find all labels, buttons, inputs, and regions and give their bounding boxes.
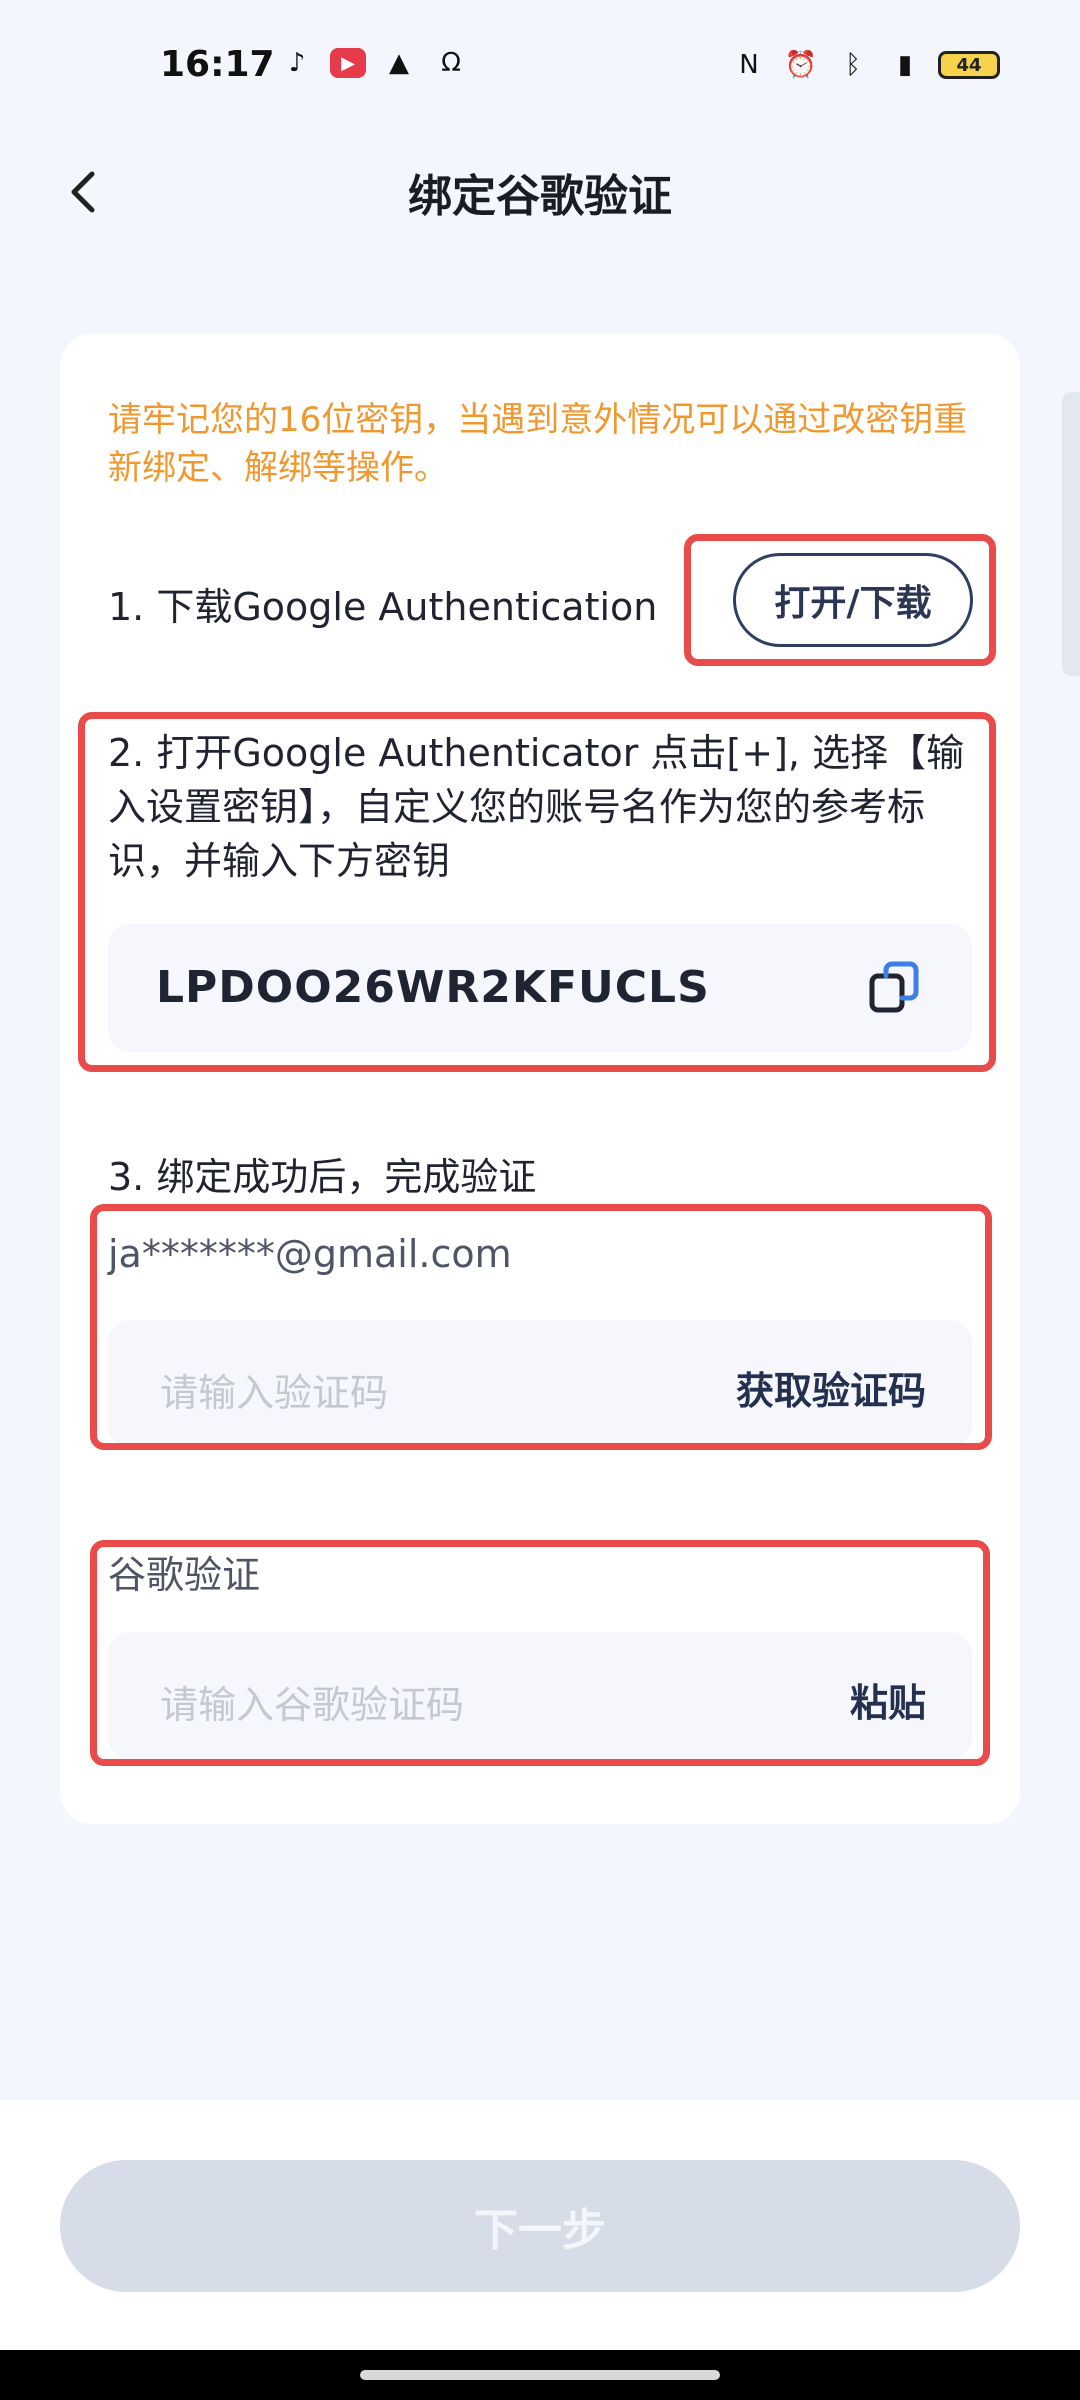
search-app-icon: Ω [441,48,461,78]
adidas-icon: ▲ [389,48,409,78]
home-indicator[interactable] [360,2370,720,2380]
secret-key-box: LPDOO26WR2KFUCLS [108,924,972,1052]
tiktok-like-icon: ♪ [288,48,306,78]
email-label: ja*******@gmail.com [108,1232,512,1276]
status-icons-right: N ⏰ ᛒ ▮ 44 [730,48,1000,82]
google-auth-label: 谷歌验证 [108,1553,261,1597]
step1-label: 1. 下载Google Authentication [108,585,658,629]
copy-icon[interactable] [868,960,922,1016]
video-app-icon: ▶ [330,48,366,78]
status-time: 16:17 [160,44,275,85]
email-code-placeholder: 请输入验证码 [160,1371,389,1415]
system-nav-bar [0,2350,1080,2400]
status-bar: 16:17 ♪ ▶ ▲ Ω N ⏰ ᛒ ▮ 44 [0,0,1080,140]
nfc-icon: N [739,50,759,80]
google-code-field[interactable]: 请输入谷歌验证码 粘贴 [108,1632,972,1760]
paste-button[interactable]: 粘贴 [850,1672,926,1727]
open-download-button[interactable]: 打开/下载 [733,553,973,647]
page-title: 绑定谷歌验证 [408,171,672,222]
secret-key: LPDOO26WR2KFUCLS [156,962,710,1013]
email-code-field[interactable]: 请输入验证码 获取验证码 [108,1320,972,1448]
get-code-button[interactable]: 获取验证码 [736,1360,926,1415]
alarm-icon: ⏰ [784,50,818,80]
step3-label: 3. 绑定成功后，完成验证 [108,1155,537,1199]
bottom-area: 下一步 [0,2100,1080,2350]
bind-card: 请牢记您的16位密钥，当遇到意外情况可以通过改密钥重新绑定、解绑等操作。 1. … [60,334,1020,1824]
status-icons-left: ♪ ▶ ▲ Ω [278,46,470,80]
header: 绑定谷歌验证 [0,150,1080,240]
signal-icon: ▮ [897,50,913,80]
bluetooth-icon: ᛒ [845,50,861,80]
step2-label: 2. 打开Google Authenticator 点击[+], 选择【输入设置… [108,731,965,883]
battery-icon: 44 [938,51,1000,79]
scroll-indicator[interactable] [1062,392,1080,676]
notice-text: 请牢记您的16位密钥，当遇到意外情况可以通过改密钥重新绑定、解绑等操作。 [108,400,968,488]
next-button[interactable]: 下一步 [60,2160,1020,2292]
google-code-placeholder: 请输入谷歌验证码 [160,1683,465,1727]
